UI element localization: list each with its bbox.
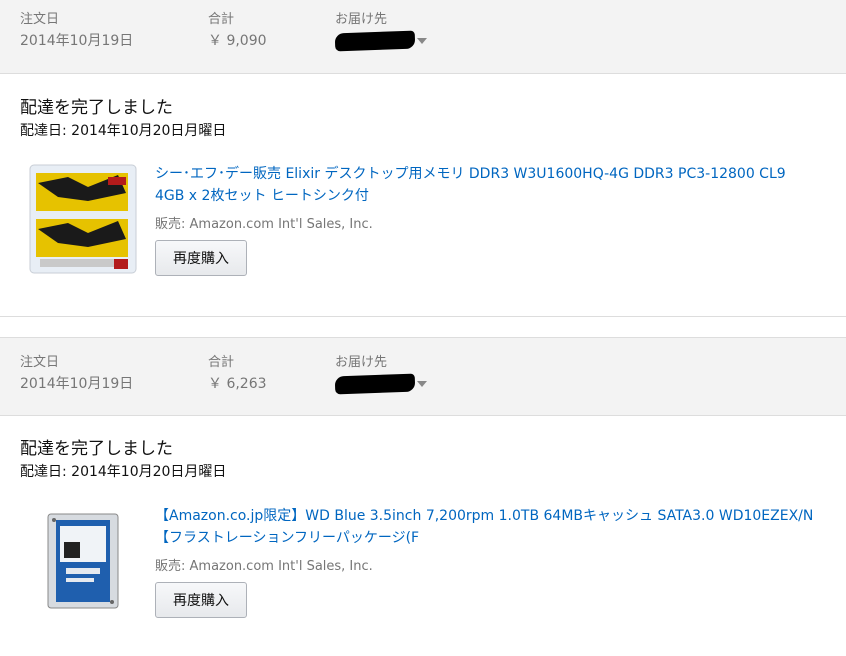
product-title-line1[interactable]: 【Amazon.co.jp限定】WD Blue 3.5inch 7,200rpm… <box>155 505 813 527</box>
ship-to-label: お届け先 <box>335 355 388 370</box>
order-date: 注文日 2014年10月19日 <box>20 355 133 393</box>
ddr3-memory-product-image[interactable] <box>28 163 138 279</box>
order-total-value: ￥ 9,090 <box>208 33 267 49</box>
delivery-date: 配達日: 2014年10月20日月曜日 <box>20 464 227 480</box>
chevron-down-icon[interactable] <box>417 381 427 387</box>
order-divider <box>0 316 846 317</box>
ship-to[interactable]: お届け先 <box>334 355 427 395</box>
product-title-link[interactable]: シー･エフ･デー販売 Elixir デスクトップ用メモリ DDR3 W3U160… <box>155 163 786 207</box>
seller-info: 販売: Amazon.com Int'l Sales, Inc. <box>155 559 373 574</box>
order-header: 注文日 2014年10月19日 合計 ￥ 6,263 お届け先 <box>0 337 846 416</box>
order-total-value: ￥ 6,263 <box>208 376 267 392</box>
ship-to[interactable]: お届け先 <box>334 12 427 52</box>
buy-again-button[interactable]: 再度購入 <box>155 582 247 618</box>
chevron-down-icon[interactable] <box>417 38 427 44</box>
order-total-label: 合計 <box>208 12 235 27</box>
redacted-name <box>334 373 416 395</box>
redacted-name <box>334 30 416 52</box>
order-card-2: 注文日 2014年10月19日 合計 ￥ 6,263 お届け先 配達を完了しまし… <box>0 337 846 656</box>
ship-to-recipient[interactable] <box>334 30 427 52</box>
delivery-date: 配達日: 2014年10月20日月曜日 <box>20 123 227 139</box>
ship-to-label: お届け先 <box>335 12 388 27</box>
product-title-line1[interactable]: シー･エフ･デー販売 Elixir デスクトップ用メモリ DDR3 W3U160… <box>155 163 786 185</box>
product-title-line2[interactable]: 4GB x 2枚セット ヒートシンク付 <box>155 185 786 207</box>
order-card-1: 注文日 2014年10月19日 合計 ￥ 9,090 お届け先 配達を完了しまし… <box>0 0 846 318</box>
shipment-status: 配達を完了しました <box>20 439 173 459</box>
product-title-link[interactable]: 【Amazon.co.jp限定】WD Blue 3.5inch 7,200rpm… <box>155 505 813 549</box>
hard-drive-product-image[interactable] <box>46 512 120 614</box>
order-header: 注文日 2014年10月19日 合計 ￥ 9,090 お届け先 <box>0 0 846 74</box>
order-total: 合計 ￥ 9,090 <box>208 12 267 50</box>
shipment-status: 配達を完了しました <box>20 98 173 118</box>
order-date: 注文日 2014年10月19日 <box>20 12 133 50</box>
product-title-line2[interactable]: 【フラストレーションフリーパッケージ(F <box>155 527 813 549</box>
order-total: 合計 ￥ 6,263 <box>208 355 267 393</box>
buy-again-button[interactable]: 再度購入 <box>155 240 247 276</box>
order-date-value: 2014年10月19日 <box>20 33 134 49</box>
order-date-label: 注文日 <box>20 355 60 370</box>
seller-info: 販売: Amazon.com Int'l Sales, Inc. <box>155 217 373 232</box>
order-total-label: 合計 <box>208 355 235 370</box>
order-date-label: 注文日 <box>20 12 60 27</box>
order-date-value: 2014年10月19日 <box>20 376 134 392</box>
ship-to-recipient[interactable] <box>334 373 427 395</box>
